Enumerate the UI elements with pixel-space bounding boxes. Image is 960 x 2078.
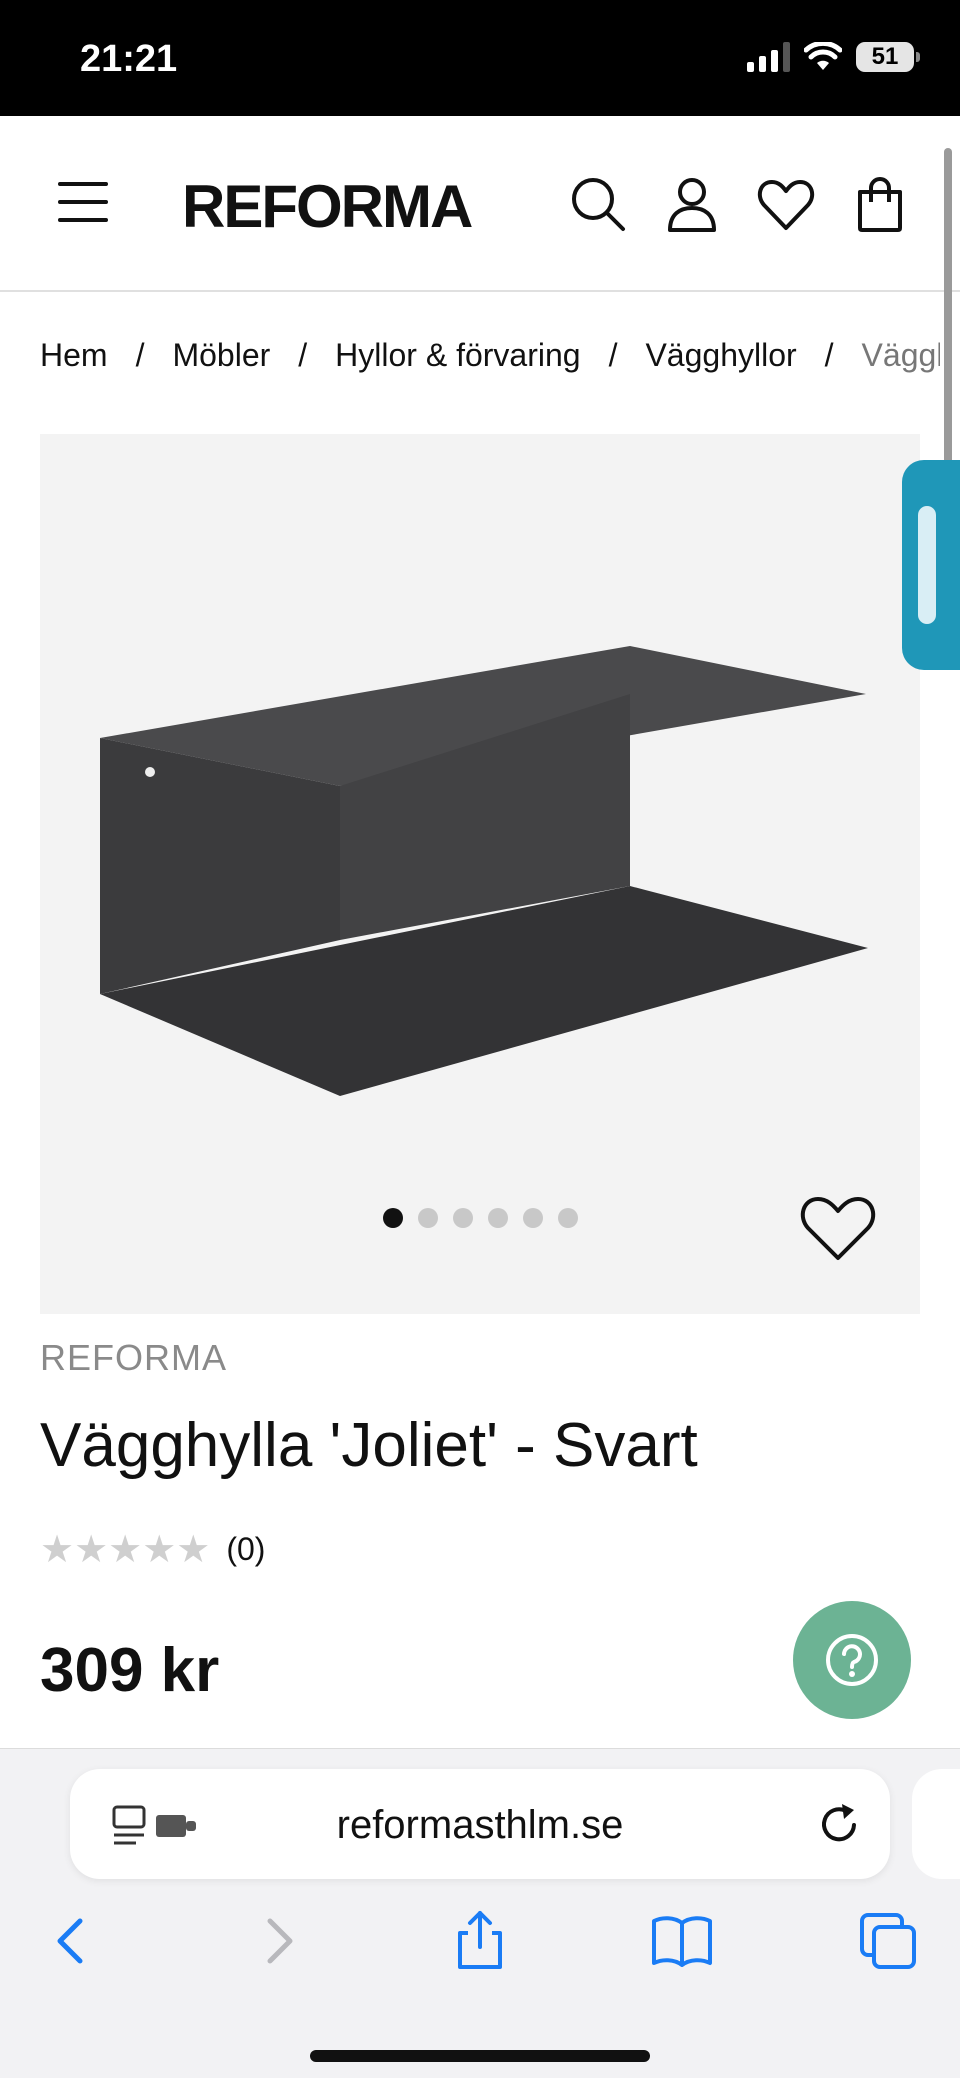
forward-icon[interactable] [246, 1909, 310, 1973]
share-icon[interactable] [448, 1909, 512, 1973]
gallery-dot[interactable] [488, 1208, 508, 1228]
breadcrumb-home[interactable]: Hem [40, 337, 108, 374]
gallery-dot[interactable] [558, 1208, 578, 1228]
product-photo [100, 646, 868, 1096]
back-icon[interactable] [40, 1909, 104, 1973]
menu-icon[interactable] [58, 182, 108, 224]
gallery-pagination [383, 1208, 578, 1228]
product-brand[interactable]: REFORMA [40, 1337, 227, 1379]
breadcrumb-separator: / [135, 336, 145, 373]
status-bar: 21:21 51 [0, 0, 960, 116]
breadcrumb-shelves-storage[interactable]: Hyllor & förvaring [335, 337, 580, 374]
review-count: (0) [226, 1531, 266, 1567]
product-image-gallery[interactable] [40, 434, 920, 1314]
breadcrumb-separator: / [608, 336, 618, 373]
breadcrumb-current[interactable]: Vägghylla 'Joliet' - Svart [862, 337, 940, 374]
url-text[interactable]: reformasthlm.se [70, 1803, 890, 1848]
wifi-icon [804, 42, 842, 70]
breadcrumb-wall-shelves[interactable]: Vägghyllor [645, 337, 796, 374]
account-icon[interactable] [662, 174, 722, 234]
site-header: REFORMA [0, 116, 960, 292]
next-tab-preview[interactable] [912, 1769, 960, 1879]
shopping-bag-icon[interactable] [850, 174, 910, 234]
product-price: 309 kr [40, 1636, 220, 1705]
site-logo[interactable]: REFORMA [182, 172, 473, 241]
header-actions [568, 174, 910, 234]
gallery-dot[interactable] [453, 1208, 473, 1228]
status-indicators: 51 [747, 42, 920, 72]
heart-icon[interactable] [756, 174, 816, 234]
page-scrollbar[interactable] [944, 148, 952, 478]
breadcrumb-separator: / [824, 336, 834, 373]
gallery-dot[interactable] [523, 1208, 543, 1228]
search-icon[interactable] [568, 174, 628, 234]
gallery-dot[interactable] [418, 1208, 438, 1228]
home-indicator[interactable] [310, 2050, 650, 2062]
wishlist-heart-icon[interactable] [798, 1192, 878, 1264]
product-title: Vägghylla 'Joliet' - Svart [40, 1411, 698, 1480]
status-time: 21:21 [80, 38, 178, 80]
cellular-signal-icon [747, 42, 790, 72]
breadcrumb-separator: / [298, 336, 308, 373]
breadcrumb-furniture[interactable]: Möbler [172, 337, 270, 374]
gallery-dot[interactable] [383, 1208, 403, 1228]
tabs-icon[interactable] [856, 1909, 920, 1973]
browser-nav [0, 1909, 960, 1989]
help-button[interactable] [793, 1601, 911, 1719]
side-drawer-tab[interactable] [902, 460, 960, 670]
question-icon [826, 1634, 878, 1686]
battery-icon: 51 [856, 42, 920, 72]
bookmarks-icon[interactable] [650, 1909, 714, 1973]
reload-icon[interactable] [816, 1801, 862, 1847]
breadcrumb: Hem / Möbler / Hyllor & förvaring / Vägg… [40, 330, 940, 380]
browser-toolbar: reformasthlm.se [0, 1748, 960, 2078]
rating-stars: ★★★★★ [40, 1529, 211, 1571]
address-bar[interactable]: reformasthlm.se [70, 1769, 890, 1879]
product-rating[interactable]: ★★★★★ (0) [40, 1527, 265, 1572]
